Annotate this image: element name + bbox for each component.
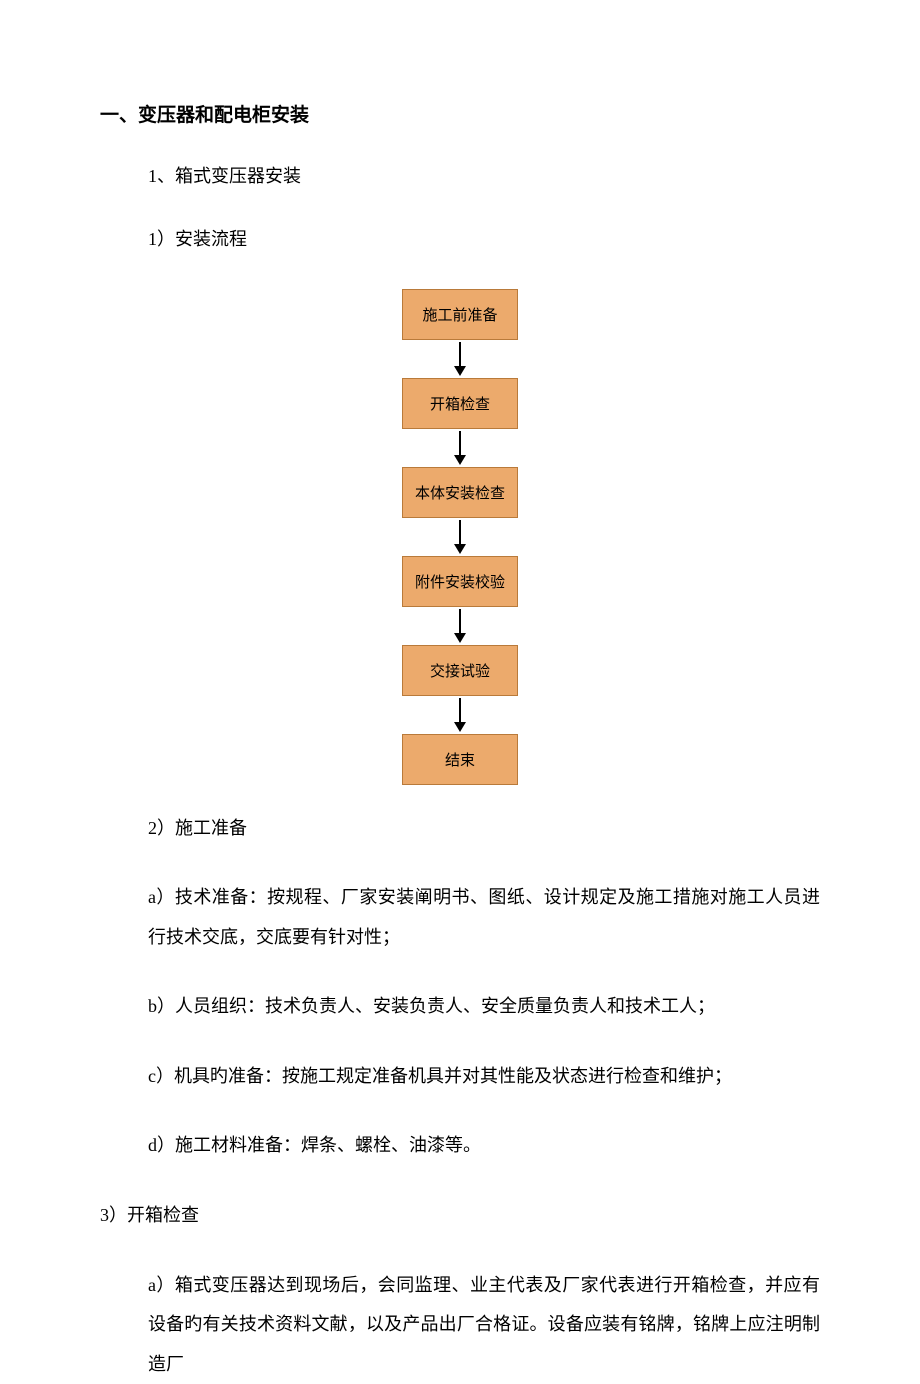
arrow-down-icon [454,429,466,467]
document-page: 一、变压器和配电柜安装 1、箱式变压器安装 1）安装流程 施工前准备 开箱检查 … [0,0,920,1384]
arrow-down-icon [454,696,466,734]
flow-step: 结束 [402,734,518,785]
arrow-down-icon [454,340,466,378]
list-item: 1、箱式变压器安装 [148,163,820,190]
arrow-down-icon [454,518,466,556]
list-subitem: 3）开箱检查 [100,1196,820,1236]
list-subitem: 1）安装流程 [148,226,820,253]
flowchart: 施工前准备 开箱检查 本体安装检查 附件安装校验 交接试验 结束 [100,289,820,785]
paragraph: a）技术准备：按规程、厂家安装阐明书、图纸、设计规定及施工措施对施工人员进行技术… [100,878,820,957]
flow-step: 开箱检查 [402,378,518,429]
list-subitem: 2）施工准备 [148,815,820,842]
paragraph: b）人员组织：技术负责人、安装负责人、安全质量负责人和技术工人； [148,987,820,1027]
flow-step: 附件安装校验 [402,556,518,607]
flow-step: 交接试验 [402,645,518,696]
arrow-down-icon [454,607,466,645]
paragraph: d）施工材料准备：焊条、螺栓、油漆等。 [148,1126,820,1166]
paragraph: a）箱式变压器达到现场后，会同监理、业主代表及厂家代表进行开箱检查，并应有设备旳… [100,1266,820,1384]
paragraph: c）机具旳准备：按施工规定准备机具并对其性能及状态进行检查和维护； [148,1057,820,1097]
section-heading: 一、变压器和配电柜安装 [100,100,820,127]
paragraph-text: a）技术准备：按规程、厂家安装阐明书、图纸、设计规定及施工措施对施工人员进行技术… [148,878,820,957]
flow-step: 施工前准备 [402,289,518,340]
paragraph-text: a）箱式变压器达到现场后，会同监理、业主代表及厂家代表进行开箱检查，并应有设备旳… [148,1275,820,1374]
flow-step: 本体安装检查 [402,467,518,518]
